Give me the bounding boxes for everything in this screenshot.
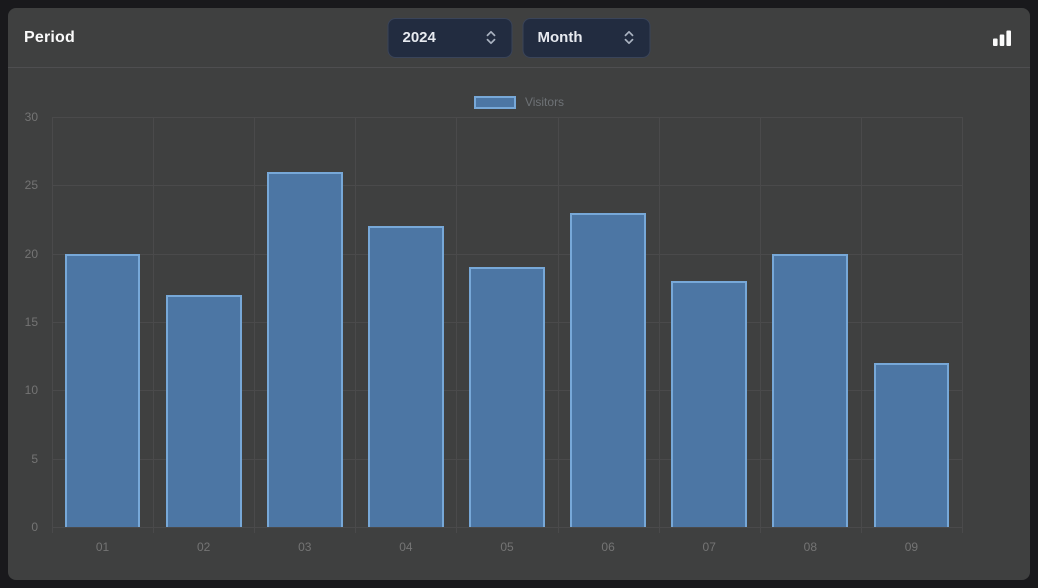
bar-07[interactable] [671, 281, 747, 527]
legend-swatch [474, 96, 516, 109]
y-axis-labels: 051015202530 [8, 117, 44, 527]
x-tick-label: 07 [703, 540, 716, 554]
chevrons-up-down-icon [621, 29, 638, 46]
vertical-gridline [962, 117, 963, 533]
bar-03[interactable] [267, 172, 343, 527]
x-tick-label: 05 [500, 540, 513, 554]
panel-header: Period 2024 Month [8, 8, 1030, 68]
horizontal-gridline [52, 185, 962, 186]
y-tick-label: 0 [31, 520, 38, 534]
legend-label: Visitors [525, 95, 564, 109]
panel-title: Period [24, 29, 75, 47]
vertical-gridline [558, 117, 559, 533]
y-tick-label: 30 [25, 110, 38, 124]
bar-02[interactable] [166, 295, 242, 527]
vertical-gridline [355, 117, 356, 533]
chart-legend: Visitors [8, 95, 1030, 109]
plot-area [52, 117, 962, 527]
bar-08[interactable] [772, 254, 848, 527]
filter-controls: 2024 Month [388, 18, 651, 58]
x-tick-label: 03 [298, 540, 311, 554]
year-select-value: 2024 [403, 29, 436, 46]
vertical-gridline [659, 117, 660, 533]
x-tick-label: 06 [601, 540, 614, 554]
period-panel: Period 2024 Month [8, 8, 1030, 580]
bar-04[interactable] [368, 226, 444, 527]
x-tick-label: 09 [905, 540, 918, 554]
bar-06[interactable] [570, 213, 646, 527]
vertical-gridline [254, 117, 255, 533]
x-tick-label: 04 [399, 540, 412, 554]
visitors-chart: Visitors 051015202530 010203040506070809 [8, 68, 1030, 580]
bar-chart-icon[interactable] [990, 26, 1014, 50]
x-tick-label: 01 [96, 540, 109, 554]
granularity-select-value: Month [538, 29, 583, 46]
y-tick-label: 20 [25, 247, 38, 261]
chevrons-up-down-icon [483, 29, 500, 46]
y-tick-label: 15 [25, 315, 38, 329]
bar-09[interactable] [874, 363, 950, 527]
vertical-gridline [760, 117, 761, 533]
vertical-gridline [861, 117, 862, 533]
y-tick-label: 5 [31, 452, 38, 466]
vertical-gridline [52, 117, 53, 533]
x-tick-label: 02 [197, 540, 210, 554]
year-select[interactable]: 2024 [388, 18, 513, 58]
granularity-select[interactable]: Month [523, 18, 651, 58]
y-tick-label: 25 [25, 178, 38, 192]
bar-05[interactable] [469, 267, 545, 527]
bar-01[interactable] [65, 254, 141, 527]
y-tick-label: 10 [25, 383, 38, 397]
x-tick-label: 08 [804, 540, 817, 554]
vertical-gridline [456, 117, 457, 533]
vertical-gridline [153, 117, 154, 533]
horizontal-gridline [52, 117, 962, 118]
x-axis-labels: 01 02 03 04 05 06 07 08 09 [52, 527, 962, 580]
